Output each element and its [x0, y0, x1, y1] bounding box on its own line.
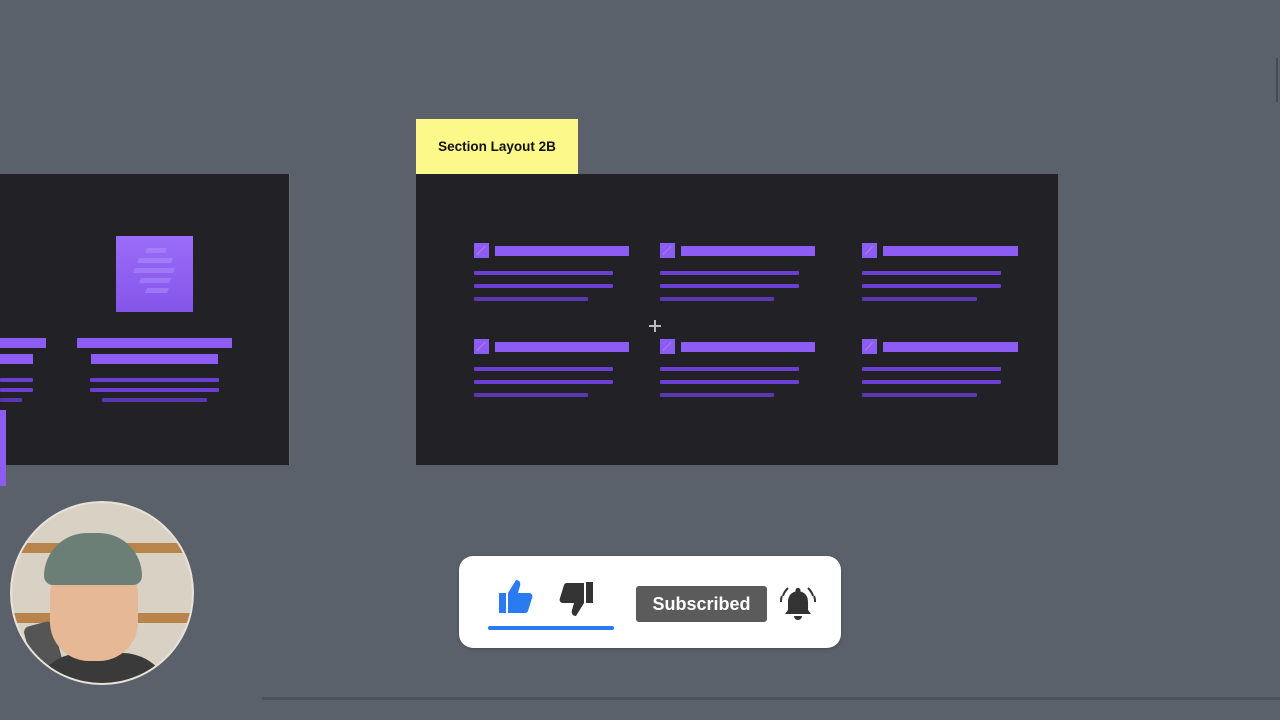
- feature-heading: [681, 342, 815, 352]
- layout-frame-left[interactable]: [0, 174, 290, 486]
- text-placeholder: [90, 378, 219, 382]
- text-placeholder: [474, 284, 613, 288]
- presenter-avatar: [12, 503, 192, 683]
- beanie-shape: [44, 533, 142, 585]
- text-placeholder: [0, 378, 33, 382]
- notification-bell-icon[interactable]: [778, 584, 818, 624]
- feature-heading: [681, 246, 815, 256]
- thumbs-up-icon[interactable]: [495, 576, 535, 616]
- scrollbar-vertical[interactable]: [1276, 58, 1278, 102]
- text-placeholder: [660, 284, 799, 288]
- feature-heading: [495, 342, 629, 352]
- feature-icon: [474, 243, 489, 258]
- feature-heading: [495, 246, 629, 256]
- scrollbar-horizontal[interactable]: [262, 697, 1280, 700]
- thumbs-down-icon[interactable]: [556, 580, 598, 620]
- text-placeholder: [474, 380, 613, 384]
- text-placeholder: [102, 398, 207, 402]
- feature-heading: [883, 342, 1018, 352]
- feature-icon: [660, 243, 675, 258]
- text-placeholder: [474, 271, 613, 275]
- image-placeholder: [116, 236, 193, 312]
- text-placeholder: [0, 388, 33, 392]
- heading-placeholder: [0, 354, 33, 364]
- heading-placeholder: [91, 354, 218, 364]
- text-placeholder: [474, 367, 613, 371]
- feature-icon: [862, 243, 877, 258]
- text-placeholder: [660, 271, 799, 275]
- feature-heading: [883, 246, 1018, 256]
- text-placeholder: [862, 297, 977, 301]
- feature-icon: [862, 339, 877, 354]
- section-label[interactable]: Section Layout 2B: [416, 119, 578, 174]
- heading-placeholder: [77, 338, 232, 348]
- feature-icon: [474, 339, 489, 354]
- text-placeholder: [474, 297, 588, 301]
- subscribed-button[interactable]: Subscribed: [636, 586, 767, 622]
- heading-placeholder: [0, 338, 46, 348]
- image-placeholder-partial: [0, 410, 6, 486]
- text-placeholder: [0, 398, 22, 402]
- text-placeholder: [862, 393, 977, 397]
- move-cursor-icon: [649, 320, 661, 332]
- text-placeholder: [660, 380, 799, 384]
- text-placeholder: [862, 380, 1001, 384]
- text-placeholder: [474, 393, 588, 397]
- text-placeholder: [862, 271, 1001, 275]
- text-placeholder: [660, 297, 774, 301]
- text-placeholder: [660, 393, 774, 397]
- text-placeholder: [660, 367, 799, 371]
- feature-icon: [660, 339, 675, 354]
- layout-frame-2b[interactable]: [416, 174, 1058, 465]
- text-placeholder: [862, 284, 1001, 288]
- text-placeholder: [90, 388, 219, 392]
- like-indicator: [488, 626, 614, 630]
- text-placeholder: [862, 367, 1001, 371]
